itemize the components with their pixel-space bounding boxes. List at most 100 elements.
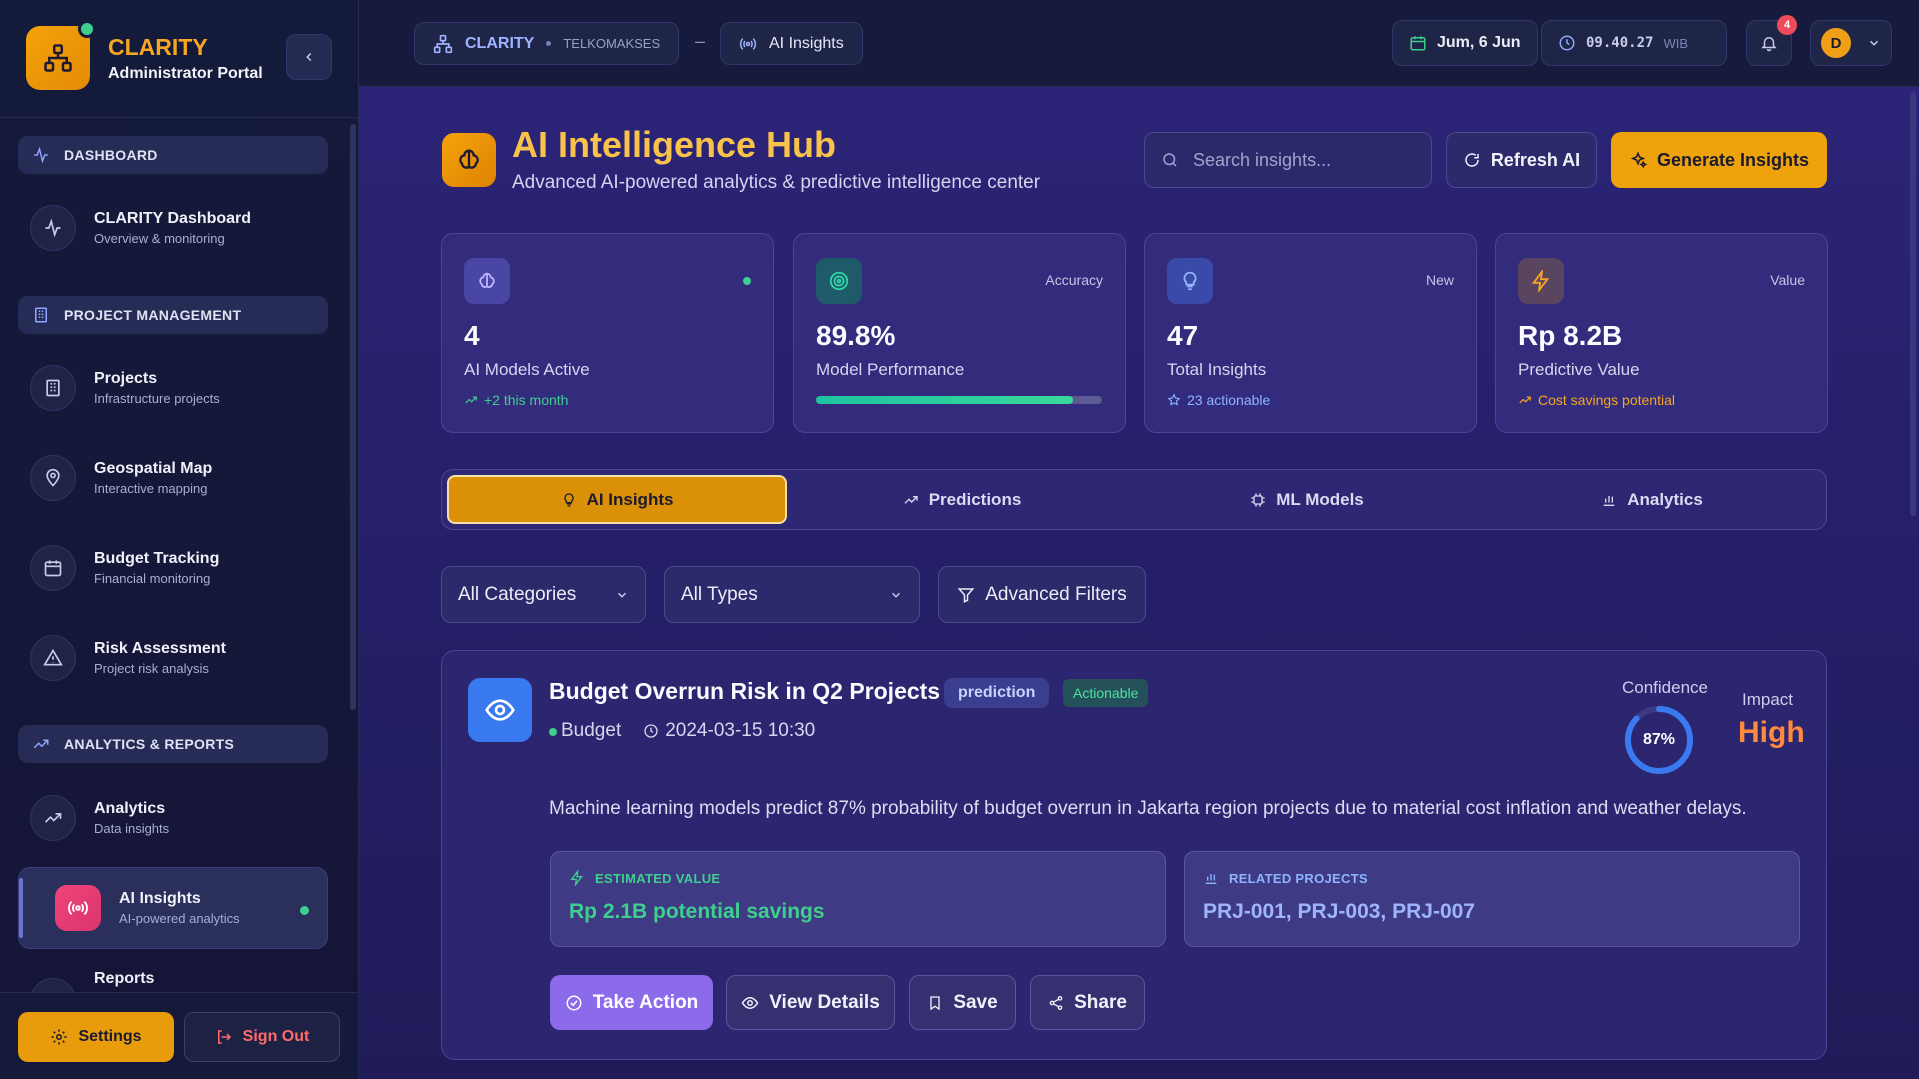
timezone-text: WIB — [1663, 35, 1688, 51]
breadcrumb-root[interactable]: CLARITY TELKOMAKSES — [414, 22, 680, 65]
tab-bar: AI Insights Predictions ML Models Analyt… — [441, 469, 1827, 530]
trending-up-icon — [44, 813, 62, 823]
avatar: D — [1821, 28, 1851, 58]
estimated-label: ESTIMATED VALUE — [595, 870, 721, 886]
stat-value: 47 — [1167, 320, 1199, 351]
bell-icon — [1761, 37, 1777, 52]
performance-progress — [816, 396, 1102, 404]
brand[interactable]: CLARITY Administrator Portal — [26, 20, 263, 90]
trending-up-icon — [465, 396, 477, 404]
breadcrumb-main: CLARITY — [465, 34, 535, 52]
sidebar-item-projects[interactable]: Projects Infrastructure projects — [30, 358, 330, 418]
insight-category: Budget — [549, 720, 621, 742]
confidence-value: 87% — [1642, 731, 1676, 748]
trending-up-icon — [1519, 396, 1531, 404]
search-input[interactable] — [1193, 149, 1413, 171]
brain-icon — [464, 258, 510, 304]
stat-card-insights[interactable]: New 47 Total Insights 23 actionable — [1144, 233, 1477, 433]
chevron-down-icon — [891, 592, 901, 598]
brand-name: CLARITY — [108, 33, 208, 60]
stat-card-performance[interactable]: Accuracy 89.8% Model Performance — [793, 233, 1126, 433]
stat-foot: +2 this month — [464, 392, 751, 408]
eye-icon — [468, 678, 532, 742]
take-action-button[interactable]: Take Action — [550, 975, 713, 1030]
sidebar-item-reports[interactable]: Reports — [30, 970, 330, 992]
sidebar-item-ai-insights[interactable]: AI Insights AI-powered analytics — [18, 867, 328, 949]
main-scrollbar[interactable] — [1910, 92, 1916, 516]
notifications-button[interactable]: 4 — [1746, 15, 1797, 66]
sidebar-item-desc: Infrastructure projects — [94, 391, 220, 406]
date-display[interactable]: Jum, 6 Jun — [1392, 20, 1538, 66]
star-icon — [1167, 393, 1181, 406]
lightbulb-icon — [1167, 258, 1213, 304]
sidebar-item-title: Projects — [94, 370, 158, 387]
section-label: PROJECT MANAGEMENT — [64, 307, 242, 323]
stat-label: Model Performance — [816, 360, 965, 379]
share-button[interactable]: Share — [1030, 975, 1145, 1030]
sidebar-item-title: Analytics — [94, 800, 166, 817]
page-subtitle: Advanced AI-powered analytics & predicti… — [512, 172, 1041, 193]
network-icon — [433, 34, 453, 53]
estimated-value: Rp 2.1B potential savings — [569, 900, 825, 923]
type-select[interactable]: All Types — [664, 566, 920, 623]
view-details-button[interactable]: View Details — [726, 975, 895, 1030]
sidebar-item-title: AI Insights — [119, 890, 201, 907]
tab-analytics[interactable]: Analytics — [1482, 475, 1822, 524]
tab-ai-insights[interactable]: AI Insights — [447, 475, 787, 524]
insight-description: Machine learning models predict 87% prob… — [549, 798, 1747, 819]
section-analytics-reports[interactable]: ANALYTICS & REPORTS — [18, 725, 328, 763]
breadcrumb-separator: – — [695, 31, 706, 51]
sidebar-item-risk-assessment[interactable]: Risk Assessment Project risk analysis — [30, 628, 330, 688]
sidebar-item-geospatial-map[interactable]: Geospatial Map Interactive mapping — [30, 448, 330, 508]
section-dashboard[interactable]: DASHBOARD — [18, 136, 328, 174]
settings-button[interactable]: Settings — [18, 1012, 174, 1062]
alert-triangle-icon — [43, 648, 63, 666]
sidebar-item-dashboard[interactable]: CLARITY Dashboard Overview & monitoring — [30, 198, 330, 258]
user-menu-button[interactable]: D — [1810, 20, 1892, 66]
sidebar-item-analytics[interactable]: Analytics Data insights — [30, 788, 330, 848]
tab-predictions[interactable]: Predictions — [792, 475, 1132, 524]
save-button[interactable]: Save — [909, 975, 1016, 1030]
stat-card-value[interactable]: Value Rp 8.2B Predictive Value Cost savi… — [1495, 233, 1828, 433]
clock-icon — [1559, 35, 1575, 51]
cpu-icon — [1251, 492, 1265, 507]
active-dot — [300, 906, 309, 915]
zap-icon — [1518, 258, 1564, 304]
notification-badge: 4 — [1777, 15, 1797, 35]
search-box[interactable] — [1144, 132, 1432, 188]
sidebar-item-title: Geospatial Map — [94, 460, 213, 477]
sidebar-item-title: Risk Assessment — [94, 640, 226, 657]
refresh-icon — [1465, 153, 1479, 167]
log-out-icon — [217, 1030, 231, 1044]
sidebar-item-budget-tracking[interactable]: Budget Tracking Financial monitoring — [30, 538, 330, 598]
sidebar-item-title: Reports — [94, 970, 155, 987]
insight-title: Budget Overrun Risk in Q2 Projects — [549, 678, 941, 704]
advanced-filters-button[interactable]: Advanced Filters — [938, 566, 1146, 623]
sidebar-item-title: CLARITY Dashboard — [94, 210, 252, 227]
status-dot — [78, 20, 96, 38]
collapse-sidebar-button[interactable] — [286, 34, 332, 80]
date-text: Jum, 6 Jun — [1437, 34, 1521, 51]
category-select[interactable]: All Categories — [441, 566, 646, 623]
generate-insights-button[interactable]: Generate Insights — [1611, 132, 1827, 188]
tab-ml-models[interactable]: ML Models — [1137, 475, 1477, 524]
trending-up-icon — [904, 495, 918, 504]
stat-card-models[interactable]: 4 AI Models Active +2 this month — [441, 233, 774, 433]
sidebar-scrollbar[interactable] — [350, 124, 356, 710]
clock-icon — [644, 724, 658, 738]
sign-out-button[interactable]: Sign Out — [184, 1012, 340, 1062]
sign-out-label: Sign Out — [242, 1028, 310, 1045]
refresh-ai-button[interactable]: Refresh AI — [1446, 132, 1597, 188]
section-project-management[interactable]: PROJECT MANAGEMENT — [18, 296, 328, 334]
status-badge: Actionable — [1063, 679, 1149, 707]
progress-fill — [816, 396, 1073, 404]
bar-chart-icon — [1205, 874, 1217, 884]
breadcrumb-current[interactable]: AI Insights — [720, 22, 863, 65]
network-icon — [26, 20, 96, 90]
bookmark-icon — [930, 995, 940, 1010]
calendar-icon — [44, 560, 62, 577]
insight-meta: Budget 2024-03-15 10:30 — [549, 720, 815, 742]
eye-icon — [741, 996, 759, 1009]
brain-icon — [442, 133, 496, 187]
stat-label: Total Insights — [1167, 360, 1267, 379]
